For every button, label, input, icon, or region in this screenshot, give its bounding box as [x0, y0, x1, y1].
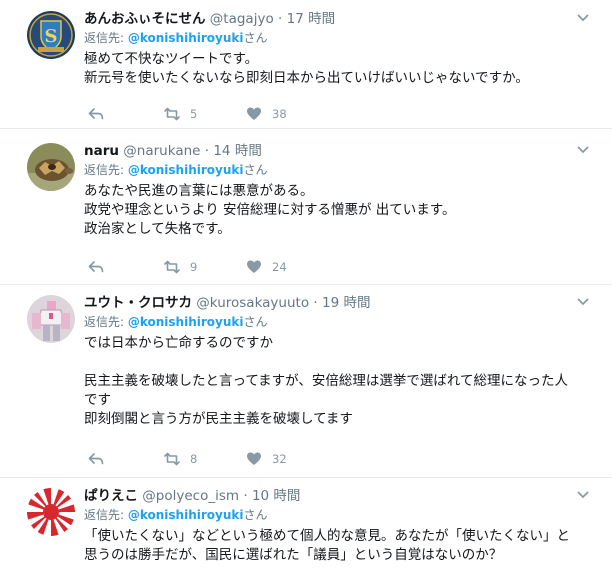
chevron-down-icon[interactable]: [576, 490, 590, 500]
tweet-line: 「使いたくない」などという極めて個人的な意見。あなたが「使いたくない」と: [84, 528, 570, 544]
reply-prefix: 返信先:: [84, 163, 128, 177]
reply-button[interactable]: [88, 104, 104, 124]
tweet[interactable]: naru @narukane · 14 時間 返信先: @konishihiro…: [0, 129, 612, 285]
svg-text:S: S: [45, 26, 58, 47]
separator-dot: ·: [204, 143, 210, 159]
reply-suffix: さん: [243, 31, 268, 45]
reply-context: 返信先: @konishihiroyukiさん: [84, 162, 594, 178]
reply-context: 返信先: @konishihiroyukiさん: [84, 314, 594, 330]
like-count: 24: [272, 260, 287, 274]
retweet-icon: [164, 452, 180, 466]
tweet-text: 「使いたくない」などという極めて個人的な意見。あなたが「使いたくない」と 思うの…: [84, 527, 594, 565]
retweet-icon: [164, 260, 180, 274]
like-count: 32: [272, 452, 287, 466]
display-name[interactable]: naru: [84, 143, 119, 159]
reply-icon: [88, 108, 104, 120]
reply-prefix: 返信先:: [84, 508, 128, 522]
tweet-line: 極めて不快なツイートです。: [84, 51, 259, 67]
heart-icon: [247, 260, 261, 273]
tweet-line: 政党や理念というより 安倍総理に対する憎悪が 出ています。: [84, 202, 456, 218]
retweet-icon: [164, 107, 180, 121]
like-count: 38: [272, 107, 287, 121]
user-handle[interactable]: @narukane: [123, 143, 200, 159]
tweet-line: では日本から亡命するのですか: [84, 335, 273, 351]
tweet[interactable]: ぱりえこ @polyeco_ism · 10 時間 返信先: @konishih…: [0, 478, 612, 583]
separator-dot: ·: [278, 11, 283, 27]
tweet-line: [84, 353, 594, 372]
timestamp[interactable]: 10 時間: [252, 488, 300, 504]
reply-suffix: さん: [243, 315, 268, 329]
reply-prefix: 返信先:: [84, 315, 128, 329]
reply-context: 返信先: @konishihiroyukiさん: [84, 30, 594, 46]
display-name[interactable]: あんおふぃそにせん: [84, 11, 206, 27]
retweet-button[interactable]: 8: [164, 449, 197, 469]
retweet-count: 5: [190, 107, 198, 121]
tweet-text: では日本から亡命するのですか 民主主義を破壊したと言ってますが、安倍総理は選挙で…: [84, 334, 594, 429]
retweet-button[interactable]: 5: [164, 104, 197, 124]
like-button[interactable]: 38: [246, 104, 287, 124]
tweet-line: です: [84, 392, 111, 408]
tweet[interactable]: ユウト・クロサカ @kurosakayuuto · 19 時間 返信先: @ko…: [0, 285, 612, 478]
avatar[interactable]: S: [27, 11, 75, 59]
reply-icon: [88, 453, 104, 465]
chevron-down-icon[interactable]: [576, 13, 590, 23]
retweet-count: 9: [190, 260, 198, 274]
avatar[interactable]: [27, 295, 75, 343]
heart-icon: [247, 452, 261, 465]
tweet-line: 政治家として失格です。: [84, 221, 231, 237]
reply-suffix: さん: [243, 163, 268, 177]
like-button[interactable]: 24: [246, 257, 287, 277]
tweet[interactable]: S あんおふぃそにせん @tagajyo · 17 時間 返信先: @konis…: [0, 0, 612, 129]
separator-dot: ·: [313, 295, 318, 311]
tweet-line: あなたや民進の言葉には悪意がある。: [84, 183, 314, 199]
reply-prefix: 返信先:: [84, 31, 128, 45]
tweet-line: 思うのは勝手だが、国民に選ばれた「議員」という自覚はないのか？: [84, 547, 503, 563]
timestamp[interactable]: 14 時間: [213, 143, 261, 159]
tweet-line: 新元号を使いたくないなら即刻日本から出ていけばいいじゃないですか。: [84, 70, 529, 86]
timestamp[interactable]: 19 時間: [322, 295, 370, 311]
timestamp[interactable]: 17 時間: [287, 11, 335, 27]
avatar[interactable]: [27, 143, 75, 191]
reply-mention-link[interactable]: @konishihiroyuki: [128, 315, 244, 329]
retweet-button[interactable]: 9: [164, 257, 197, 277]
tweet-text: あなたや民進の言葉には悪意がある。 政党や理念というより 安倍総理に対する憎悪が…: [84, 182, 594, 239]
user-handle[interactable]: @tagajyo: [210, 11, 274, 27]
like-button[interactable]: 32: [246, 449, 287, 469]
separator-dot: ·: [243, 488, 248, 504]
chevron-down-icon[interactable]: [576, 145, 590, 155]
retweet-count: 8: [190, 452, 198, 466]
heart-icon: [247, 107, 261, 120]
reply-mention-link[interactable]: @konishihiroyuki: [128, 31, 244, 45]
user-handle[interactable]: @kurosakayuuto: [196, 295, 309, 311]
tweet-text: 極めて不快なツイートです。 新元号を使いたくないなら即刻日本から出ていけばいいじ…: [84, 50, 594, 88]
reply-mention-link[interactable]: @konishihiroyuki: [128, 163, 244, 177]
reply-context: 返信先: @konishihiroyukiさん: [84, 507, 594, 523]
reply-button[interactable]: [88, 257, 104, 277]
user-handle[interactable]: @polyeco_ism: [142, 488, 239, 504]
reply-mention-link[interactable]: @konishihiroyuki: [128, 508, 244, 522]
reply-suffix: さん: [243, 508, 268, 522]
tweet-line: 民主主義を破壊したと言ってますが、安倍総理は選挙で選ばれて総理になった人: [84, 373, 568, 389]
reply-icon: [88, 261, 104, 273]
display-name[interactable]: ぱりえこ: [84, 488, 138, 504]
reply-button[interactable]: [88, 449, 104, 469]
display-name[interactable]: ユウト・クロサカ: [84, 295, 192, 311]
chevron-down-icon[interactable]: [576, 297, 590, 307]
avatar[interactable]: [27, 488, 75, 536]
tweet-line: 即刻倒閣と言う方が民主主義を破壊してます: [84, 411, 353, 427]
